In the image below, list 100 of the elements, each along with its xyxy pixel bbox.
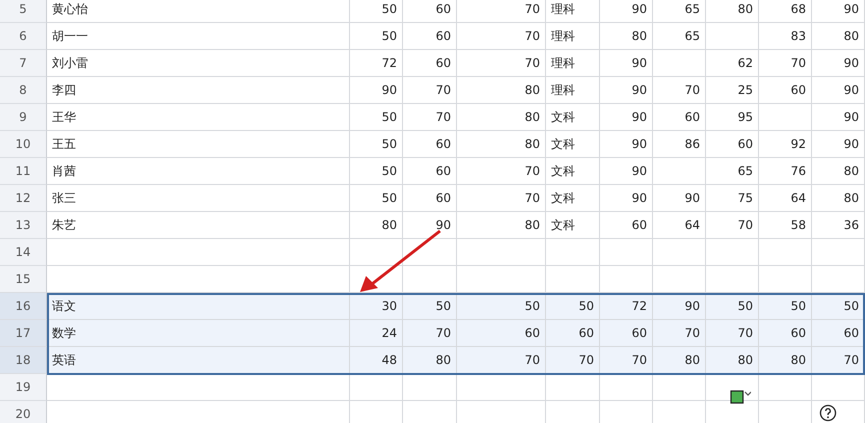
table-cell: 60 xyxy=(546,320,600,347)
row-header[interactable]: 9 xyxy=(0,104,47,131)
table-cell: 50 xyxy=(457,293,546,320)
table-cell: 48 xyxy=(350,347,403,374)
table-cell: 50 xyxy=(546,293,600,320)
table-cell: 68 xyxy=(759,0,812,23)
table-cell: 80 xyxy=(457,104,546,131)
table-cell: 80 xyxy=(457,131,546,158)
table-cell: 70 xyxy=(403,77,457,104)
row-header[interactable]: 18 xyxy=(0,347,47,374)
table-cell: 80 xyxy=(812,23,865,50)
table-cell: 25 xyxy=(706,77,759,104)
table-cell: 60 xyxy=(403,23,457,50)
table-cell: 58 xyxy=(759,212,812,239)
table-cell: 72 xyxy=(600,293,653,320)
table-cell: 文科 xyxy=(546,104,600,131)
table-cell: 90 xyxy=(600,131,653,158)
table-cell: 90 xyxy=(350,77,403,104)
table-cell: 胡一一 xyxy=(47,23,350,50)
row-header[interactable]: 10 xyxy=(0,131,47,158)
table-cell: 65 xyxy=(653,23,706,50)
table-cell: 60 xyxy=(403,131,457,158)
row-header[interactable]: 14 xyxy=(0,239,47,266)
row-header[interactable]: 8 xyxy=(0,77,47,104)
table-cell: 80 xyxy=(812,158,865,185)
table-cell: 张三 xyxy=(47,185,350,212)
table-cell: 50 xyxy=(350,185,403,212)
table-cell: 60 xyxy=(759,77,812,104)
table-cell: 60 xyxy=(706,131,759,158)
table-cell: 理科 xyxy=(546,50,600,77)
table-cell: 60 xyxy=(600,320,653,347)
row-header[interactable]: 20 xyxy=(0,401,47,423)
row-header[interactable]: 16 xyxy=(0,293,47,320)
table-cell: 70 xyxy=(457,185,546,212)
table-cell: 64 xyxy=(759,185,812,212)
table-cell: 90 xyxy=(812,50,865,77)
table-cell: 50 xyxy=(350,158,403,185)
table-cell: 50 xyxy=(706,293,759,320)
table-cell: 70 xyxy=(546,347,600,374)
table-cell: 80 xyxy=(653,347,706,374)
table-cell: 90 xyxy=(812,131,865,158)
row-header[interactable]: 17 xyxy=(0,320,47,347)
table-cell: 75 xyxy=(706,185,759,212)
table-cell: 90 xyxy=(812,77,865,104)
row-header[interactable]: 11 xyxy=(0,158,47,185)
table-cell: 朱艺 xyxy=(47,212,350,239)
table-cell: 50 xyxy=(759,293,812,320)
help-icon[interactable] xyxy=(819,404,837,422)
table-cell: 刘小雷 xyxy=(47,50,350,77)
row-header[interactable]: 6 xyxy=(0,23,47,50)
table-cell: 黄心怡 xyxy=(47,0,350,23)
table-cell: 理科 xyxy=(546,77,600,104)
row-header[interactable]: 12 xyxy=(0,185,47,212)
table-cell: 70 xyxy=(600,347,653,374)
table-cell: 70 xyxy=(653,320,706,347)
table-cell: 83 xyxy=(759,23,812,50)
table-cell: 肖茜 xyxy=(47,158,350,185)
table-cell: 80 xyxy=(706,0,759,23)
table-cell: 80 xyxy=(812,185,865,212)
row-header[interactable]: 5 xyxy=(0,0,47,23)
table-cell: 70 xyxy=(457,23,546,50)
table-cell: 90 xyxy=(600,104,653,131)
table-cell: 95 xyxy=(706,104,759,131)
table-cell: 30 xyxy=(350,293,403,320)
table-cell: 76 xyxy=(759,158,812,185)
table-cell: 70 xyxy=(706,212,759,239)
table-cell: 60 xyxy=(403,185,457,212)
table-cell: 50 xyxy=(403,293,457,320)
table-cell: 50 xyxy=(350,23,403,50)
table-cell: 60 xyxy=(812,320,865,347)
table-cell: 70 xyxy=(457,50,546,77)
table-cell: 90 xyxy=(600,158,653,185)
table-cell: 90 xyxy=(403,212,457,239)
table-cell: 60 xyxy=(653,104,706,131)
table-cell: 70 xyxy=(759,50,812,77)
table-cell: 70 xyxy=(812,347,865,374)
table-cell: 24 xyxy=(350,320,403,347)
table-cell: 语文 xyxy=(47,293,350,320)
table-cell: 80 xyxy=(600,23,653,50)
table-cell: 70 xyxy=(653,77,706,104)
row-header[interactable]: 15 xyxy=(0,266,47,293)
table-cell: 65 xyxy=(706,158,759,185)
row-header[interactable]: 19 xyxy=(0,374,47,401)
table-cell: 50 xyxy=(350,131,403,158)
table-cell: 数学 xyxy=(47,320,350,347)
row-header[interactable]: 7 xyxy=(0,50,47,77)
table-cell: 90 xyxy=(653,293,706,320)
table-cell: 64 xyxy=(653,212,706,239)
table-cell: 80 xyxy=(403,347,457,374)
table-cell: 王五 xyxy=(47,131,350,158)
table-cell: 90 xyxy=(600,77,653,104)
table-cell: 王华 xyxy=(47,104,350,131)
table-cell: 70 xyxy=(457,158,546,185)
table-cell: 80 xyxy=(457,77,546,104)
table-cell: 80 xyxy=(759,347,812,374)
table-cell: 理科 xyxy=(546,0,600,23)
row-header[interactable]: 13 xyxy=(0,212,47,239)
table-cell: 60 xyxy=(457,320,546,347)
table-cell: 李四 xyxy=(47,77,350,104)
table-cell: 72 xyxy=(350,50,403,77)
